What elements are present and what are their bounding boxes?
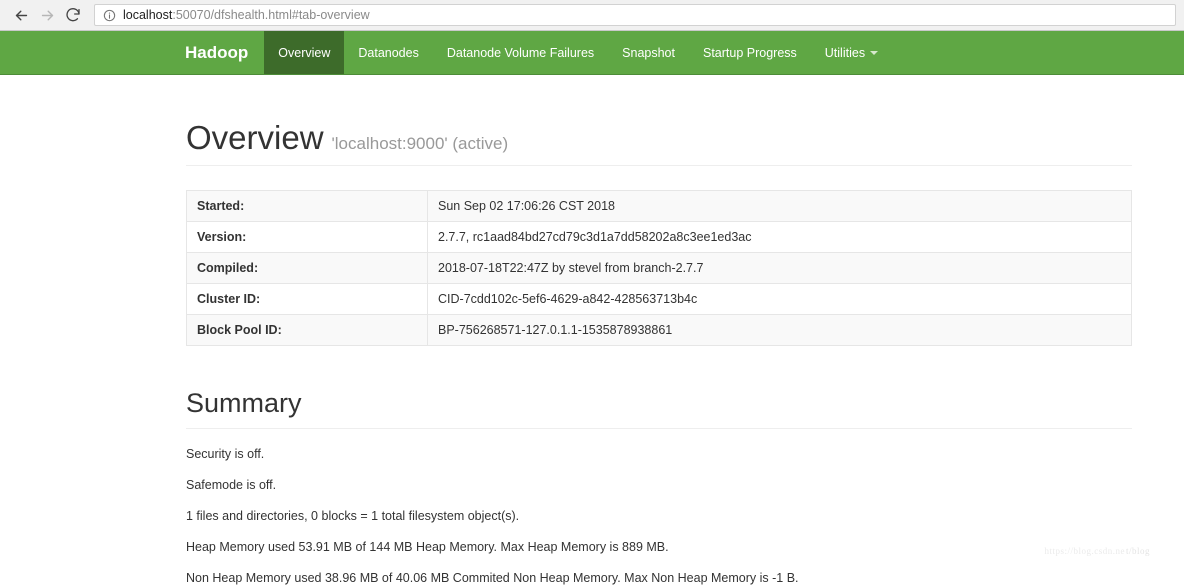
table-row: Started: Sun Sep 02 17:06:26 CST 2018 bbox=[186, 190, 1132, 223]
summary-line-security: Security is off. bbox=[186, 446, 265, 461]
table-row: Version: 2.7.7, rc1aad84bd27cd79c3d1a7dd… bbox=[186, 221, 1132, 254]
browser-toolbar: localhost:50070/dfshealth.html#tab-overv… bbox=[0, 0, 1184, 31]
reload-icon[interactable] bbox=[60, 2, 86, 28]
row-value: BP-756268571-127.0.1.1-1535878938861 bbox=[427, 314, 1132, 347]
nav-label-overview: Overview bbox=[278, 45, 331, 60]
nav-item-startup-progress[interactable]: Startup Progress bbox=[689, 31, 811, 74]
summary-line-non-heap-memory: Non Heap Memory used 38.96 MB of 40.06 M… bbox=[186, 570, 799, 585]
nav-label-startup-progress: Startup Progress bbox=[702, 45, 797, 60]
row-label: Compiled: bbox=[186, 252, 428, 285]
nav-item-datanodes[interactable]: Datanodes bbox=[344, 31, 432, 74]
summary-heading: Summary bbox=[186, 389, 1132, 429]
summary-line-safemode: Safemode is off. bbox=[186, 477, 277, 492]
row-label: Block Pool ID: bbox=[186, 314, 428, 347]
nav-label-datanodes: Datanodes bbox=[358, 45, 419, 60]
row-value: 2018-07-18T22:47Z by stevel from branch-… bbox=[427, 252, 1132, 285]
row-label: Version: bbox=[186, 221, 428, 254]
nav-item-utilities[interactable]: Utilities bbox=[811, 31, 892, 74]
page-content: Overview 'localhost:9000' (active) Starte… bbox=[0, 119, 1184, 586]
watermark-url: https://blog.csdn.ne bbox=[1044, 546, 1125, 556]
summary-line-filesystem-objects: 1 files and directories, 0 blocks = 1 to… bbox=[186, 508, 520, 523]
table-row: Compiled: 2018-07-18T22:47Z by stevel fr… bbox=[186, 252, 1132, 285]
page-title-subtitle: 'localhost:9000' (active) bbox=[331, 134, 509, 153]
row-label: Cluster ID: bbox=[186, 283, 428, 316]
nav-label-utilities: Utilities bbox=[824, 45, 866, 60]
url-path: :50070/dfshealth.html#tab-overview bbox=[172, 8, 370, 22]
nav-item-datanode-volume-failures[interactable]: Datanode Volume Failures bbox=[433, 31, 608, 74]
page-title-text: Overview bbox=[186, 119, 324, 156]
main-navigation: Hadoop Overview Datanodes Datanode Volum… bbox=[0, 31, 1184, 75]
address-bar[interactable]: localhost:50070/dfshealth.html#tab-overv… bbox=[94, 4, 1176, 26]
nav-item-overview[interactable]: Overview bbox=[264, 31, 345, 74]
nav-label-datanode-volume-failures: Datanode Volume Failures bbox=[446, 45, 595, 60]
forward-arrow-icon[interactable] bbox=[34, 2, 60, 28]
nav-label-snapshot: Snapshot bbox=[622, 45, 675, 60]
row-label: Started: bbox=[186, 190, 428, 223]
info-circle-icon[interactable] bbox=[103, 9, 116, 22]
table-row: Block Pool ID: BP-756268571-127.0.1.1-15… bbox=[186, 314, 1132, 347]
cluster-info-table: Started: Sun Sep 02 17:06:26 CST 2018 Ve… bbox=[186, 190, 1132, 347]
table-row: Cluster ID: CID-7cdd102c-5ef6-4629-a842-… bbox=[186, 283, 1132, 316]
row-value: CID-7cdd102c-5ef6-4629-a842-428563713b4c bbox=[427, 283, 1132, 316]
row-value: 2.7.7, rc1aad84bd27cd79c3d1a7dd58202a8c3… bbox=[427, 221, 1132, 254]
nav-item-snapshot[interactable]: Snapshot bbox=[608, 31, 689, 74]
summary-line-heap-memory: Heap Memory used 53.91 MB of 144 MB Heap… bbox=[186, 539, 669, 554]
brand-hadoop[interactable]: Hadoop bbox=[185, 31, 264, 74]
back-arrow-icon[interactable] bbox=[8, 2, 34, 28]
page-title: Overview 'localhost:9000' (active) bbox=[186, 119, 1132, 167]
watermark: https://blog.csdn.net/blog bbox=[1044, 546, 1150, 556]
url-host: localhost bbox=[123, 8, 173, 22]
watermark-tag: t/blog bbox=[1125, 546, 1150, 556]
chevron-down-icon bbox=[870, 50, 879, 55]
summary-list: Security is off. Safemode is off. 1 file… bbox=[186, 447, 1132, 586]
row-value: Sun Sep 02 17:06:26 CST 2018 bbox=[427, 190, 1132, 223]
